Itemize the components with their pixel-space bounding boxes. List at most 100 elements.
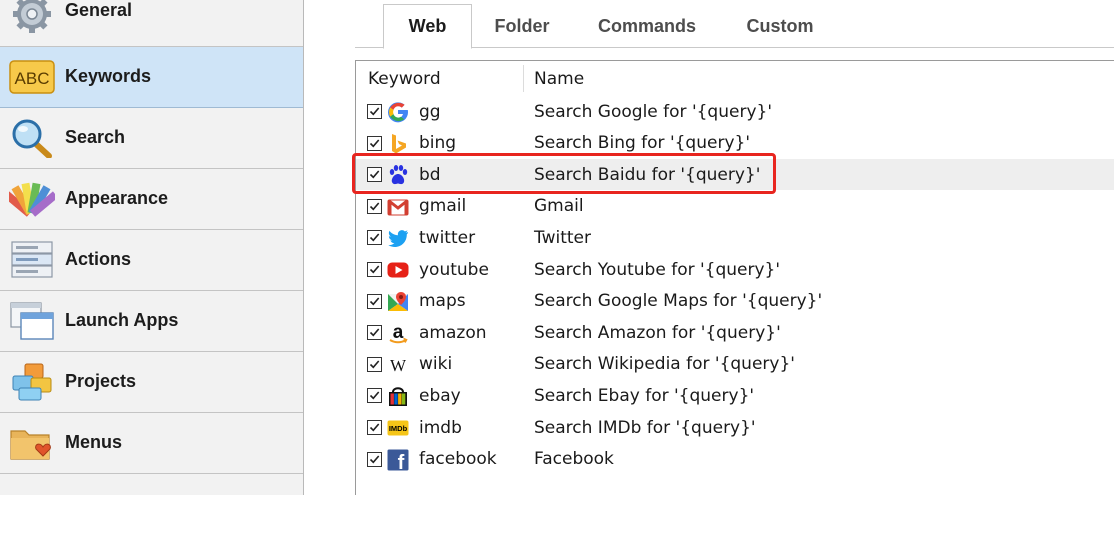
name-cell: Search Baidu for '{query}' (534, 164, 761, 185)
checkmark-icon (369, 455, 380, 464)
table-row[interactable]: gg Search Google for '{query}' (356, 96, 1114, 127)
color-swatch-icon (9, 182, 55, 217)
table-row[interactable]: maps Search Google Maps for '{query}' (356, 286, 1114, 317)
sidebar-item-projects[interactable]: Projects (0, 352, 303, 413)
sidebar-item-menus[interactable]: Menus (0, 413, 303, 474)
amazon-icon: a (387, 322, 409, 344)
name-cell: Search Google for '{query}' (534, 101, 772, 122)
sidebar-item-general[interactable]: General (0, 0, 303, 47)
table-row[interactable]: bing Search Bing for '{query}' (356, 128, 1114, 159)
keyword-cell: gg (419, 101, 441, 122)
row-checkbox[interactable] (367, 198, 382, 214)
name-cell: Search Google Maps for '{query}' (534, 291, 823, 312)
row-checkbox[interactable] (367, 420, 382, 435)
checkmark-icon (369, 265, 380, 274)
svg-text:f: f (398, 452, 405, 471)
twitter-icon (387, 227, 409, 249)
sidebar-item-launch-apps[interactable]: Launch Apps (0, 291, 303, 352)
name-cell: Search Bing for '{query}' (534, 133, 750, 154)
sidebar-item-label: Launch Apps (65, 310, 179, 330)
sidebar-item-label: Appearance (65, 188, 169, 208)
name-cell: Search IMDb for '{query}' (534, 417, 756, 438)
bing-icon (387, 133, 409, 155)
checkmark-icon (369, 391, 380, 400)
google-icon (387, 101, 409, 123)
sidebar-item-label: Menus (65, 432, 123, 452)
keyword-cell: youtube (419, 259, 489, 280)
svg-text:a: a (393, 322, 404, 343)
column-divider[interactable] (523, 65, 524, 92)
imdb-icon: IMDb (387, 417, 409, 439)
checkmark-icon (369, 139, 380, 148)
name-cell: Search Amazon for '{query}' (534, 322, 781, 343)
actions-list-icon (11, 241, 53, 278)
row-checkbox[interactable] (367, 230, 382, 246)
keyword-table: Keyword Name gg Search Google for '{query… (355, 60, 1114, 495)
column-header-keyword[interactable]: Keyword (368, 61, 441, 96)
youtube-icon (387, 259, 409, 281)
checkmark-icon (369, 328, 380, 337)
name-cell: Facebook (534, 449, 614, 470)
row-checkbox[interactable] (367, 293, 382, 309)
row-checkbox[interactable] (367, 135, 382, 151)
keyword-cell: imdb (419, 417, 462, 438)
tab-bar: Web Folder Commands Custom (355, 0, 1114, 49)
keyword-cell: bing (419, 133, 457, 154)
sidebar-item-appearance[interactable]: Appearance (0, 169, 303, 230)
tab-commands[interactable]: Commands (587, 4, 707, 48)
table-header: Keyword Name (356, 61, 1114, 96)
table-row[interactable]: twitter Twitter (356, 222, 1114, 253)
checkmark-icon (369, 170, 380, 179)
keyword-cell: facebook (419, 449, 497, 470)
column-header-name[interactable]: Name (534, 61, 584, 96)
keyword-cell: amazon (419, 322, 487, 343)
keyword-cell: twitter (419, 227, 476, 248)
table-row[interactable]: youtube Search Youtube for '{query}' (356, 254, 1114, 285)
sidebar-item-keywords[interactable]: ABC Keywords (0, 47, 303, 108)
name-cell: Search Youtube for '{query}' (534, 259, 781, 280)
row-checkbox[interactable] (367, 388, 382, 404)
sidebar-item-label: Keywords (65, 66, 152, 86)
gmail-icon (387, 196, 409, 218)
gear-icon (13, 0, 51, 33)
svg-text:W: W (390, 356, 407, 375)
table-row[interactable]: Wwiki Search Wikipedia for '{query}' (356, 349, 1114, 380)
row-checkbox[interactable] (367, 325, 382, 341)
row-checkbox[interactable] (367, 262, 382, 277)
tab-web[interactable]: Web (383, 4, 472, 49)
checkmark-icon (369, 423, 380, 432)
abc-icon: ABC (9, 60, 55, 94)
facebook-icon: f (387, 449, 409, 474)
sidebar-item-actions[interactable]: Actions (0, 230, 303, 291)
row-checkbox[interactable] (367, 167, 382, 183)
row-checkbox[interactable] (367, 451, 382, 467)
sidebar-item-more[interactable] (0, 474, 303, 535)
sidebar-item-label: General (65, 0, 133, 20)
tab-folder[interactable]: Folder (479, 4, 565, 48)
wikipedia-icon: W (387, 354, 409, 376)
table-row[interactable]: bd Search Baidu for '{query}' (356, 159, 1114, 191)
row-checkbox[interactable] (367, 356, 382, 372)
table-row[interactable]: gmail Gmail (356, 191, 1114, 222)
maps-icon (387, 291, 409, 313)
sidebar-item-search[interactable]: Search (0, 108, 303, 169)
name-cell: Gmail (534, 196, 584, 217)
svg-text:IMDb: IMDb (389, 424, 408, 433)
checkmark-icon (369, 233, 380, 242)
sidebar: General ABC Keywords Search Appearance A… (0, 0, 304, 495)
ebay-icon (387, 385, 409, 407)
name-cell: Twitter (534, 227, 591, 248)
name-cell: Search Wikipedia for '{query}' (534, 354, 795, 375)
table-row[interactable]: ebay Search Ebay for '{query}' (356, 380, 1114, 411)
blocks-icon (12, 363, 52, 401)
checkmark-icon (369, 297, 380, 306)
baidu-icon (387, 164, 409, 186)
tab-custom[interactable]: Custom (735, 4, 825, 48)
windows-icon (10, 302, 54, 340)
sidebar-item-label: Search (65, 127, 126, 147)
table-row[interactable]: a amazon Search Amazon for '{query}' (356, 317, 1114, 348)
table-row[interactable]: f facebook Facebook (356, 444, 1114, 475)
row-checkbox[interactable] (367, 104, 382, 119)
svg-text:ABC: ABC (15, 69, 50, 88)
table-row[interactable]: IMDb imdb Search IMDb for '{query}' (356, 412, 1114, 443)
